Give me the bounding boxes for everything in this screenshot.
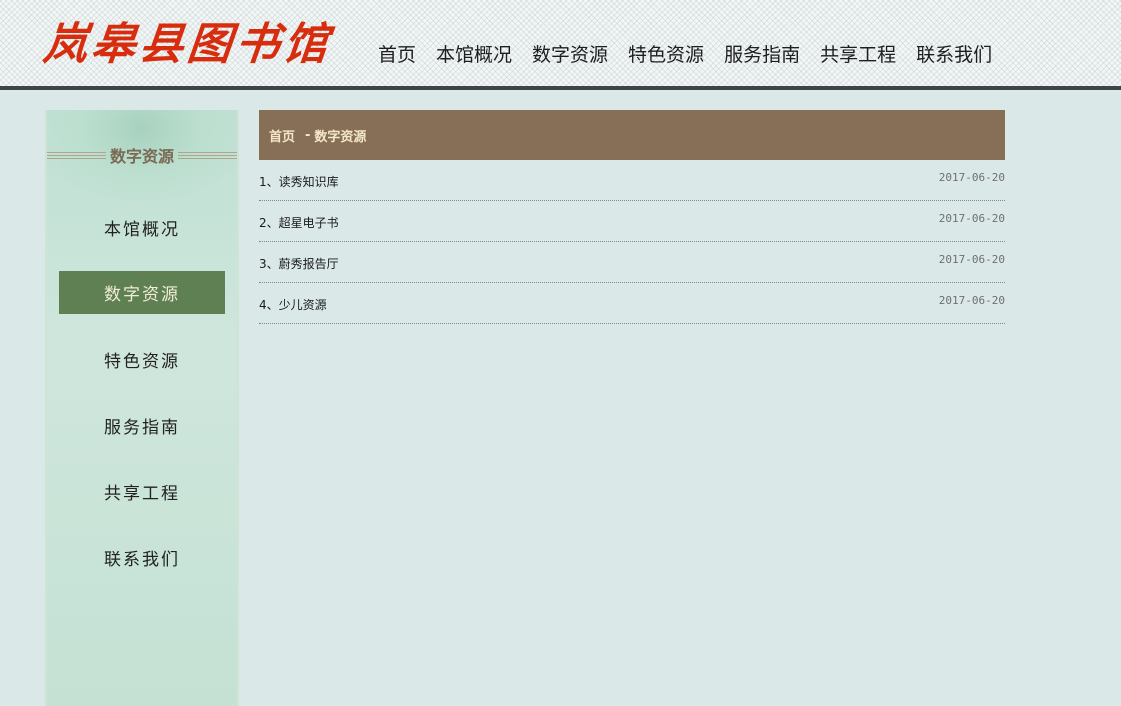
main-content: 首页 - 数字资源 1、读秀知识库 2017-06-20 2、超星电子书 201… xyxy=(259,110,1005,324)
article-link[interactable]: 1、读秀知识库 xyxy=(259,173,339,190)
sidebar: 数字资源 本馆概况 数字资源 特色资源 服务指南 共享工程 联系我们 xyxy=(45,110,239,706)
breadcrumb-current: 数字资源 xyxy=(314,129,367,145)
sidebar-item-digital-resources[interactable]: 数字资源 xyxy=(59,271,225,314)
list-item: 1、读秀知识库 2017-06-20 xyxy=(259,160,1005,201)
nav-item-special-resources[interactable]: 特色资源 xyxy=(618,42,714,68)
sidebar-item-about[interactable]: 本馆概况 xyxy=(59,206,225,249)
list-item: 2、超星电子书 2017-06-20 xyxy=(259,201,1005,242)
main-nav: 首页 本馆概况 数字资源 特色资源 服务指南 共享工程 联系我们 xyxy=(368,42,1002,68)
nav-item-home[interactable]: 首页 xyxy=(368,42,426,68)
sidebar-title-row: 数字资源 xyxy=(47,142,238,168)
title-rule-left xyxy=(47,151,106,159)
article-link[interactable]: 2、超星电子书 xyxy=(259,214,339,231)
nav-item-service-guide[interactable]: 服务指南 xyxy=(714,42,810,68)
article-link[interactable]: 3、蔚秀报告厅 xyxy=(259,255,339,272)
sidebar-item-special-resources[interactable]: 特色资源 xyxy=(59,338,225,381)
nav-item-digital-resources[interactable]: 数字资源 xyxy=(522,42,618,68)
sidebar-item-service-guide[interactable]: 服务指南 xyxy=(59,404,225,447)
breadcrumb-separator: - xyxy=(305,127,311,143)
sidebar-title: 数字资源 xyxy=(110,147,175,166)
breadcrumb: 首页 - 数字资源 xyxy=(259,110,1005,160)
article-date: 2017-06-20 xyxy=(938,212,1005,225)
article-date: 2017-06-20 xyxy=(938,253,1005,266)
article-date: 2017-06-20 xyxy=(938,171,1005,184)
nav-item-about[interactable]: 本馆概况 xyxy=(426,42,522,68)
header-divider xyxy=(0,86,1121,90)
article-date: 2017-06-20 xyxy=(938,294,1005,307)
nav-item-sharing-project[interactable]: 共享工程 xyxy=(810,42,906,68)
nav-item-contact[interactable]: 联系我们 xyxy=(906,42,1002,68)
site-header: 岚皋县图书馆 首页 本馆概况 数字资源 特色资源 服务指南 共享工程 联系我们 xyxy=(0,0,1121,86)
sidebar-item-contact[interactable]: 联系我们 xyxy=(59,536,225,579)
title-rule-right xyxy=(178,151,238,159)
article-link[interactable]: 4、少儿资源 xyxy=(259,296,327,313)
breadcrumb-home[interactable]: 首页 xyxy=(269,126,295,145)
site-logo[interactable]: 岚皋县图书馆 xyxy=(41,8,336,72)
list-item: 3、蔚秀报告厅 2017-06-20 xyxy=(259,242,1005,283)
list-item: 4、少儿资源 2017-06-20 xyxy=(259,283,1005,324)
sidebar-item-sharing-project[interactable]: 共享工程 xyxy=(59,470,225,513)
